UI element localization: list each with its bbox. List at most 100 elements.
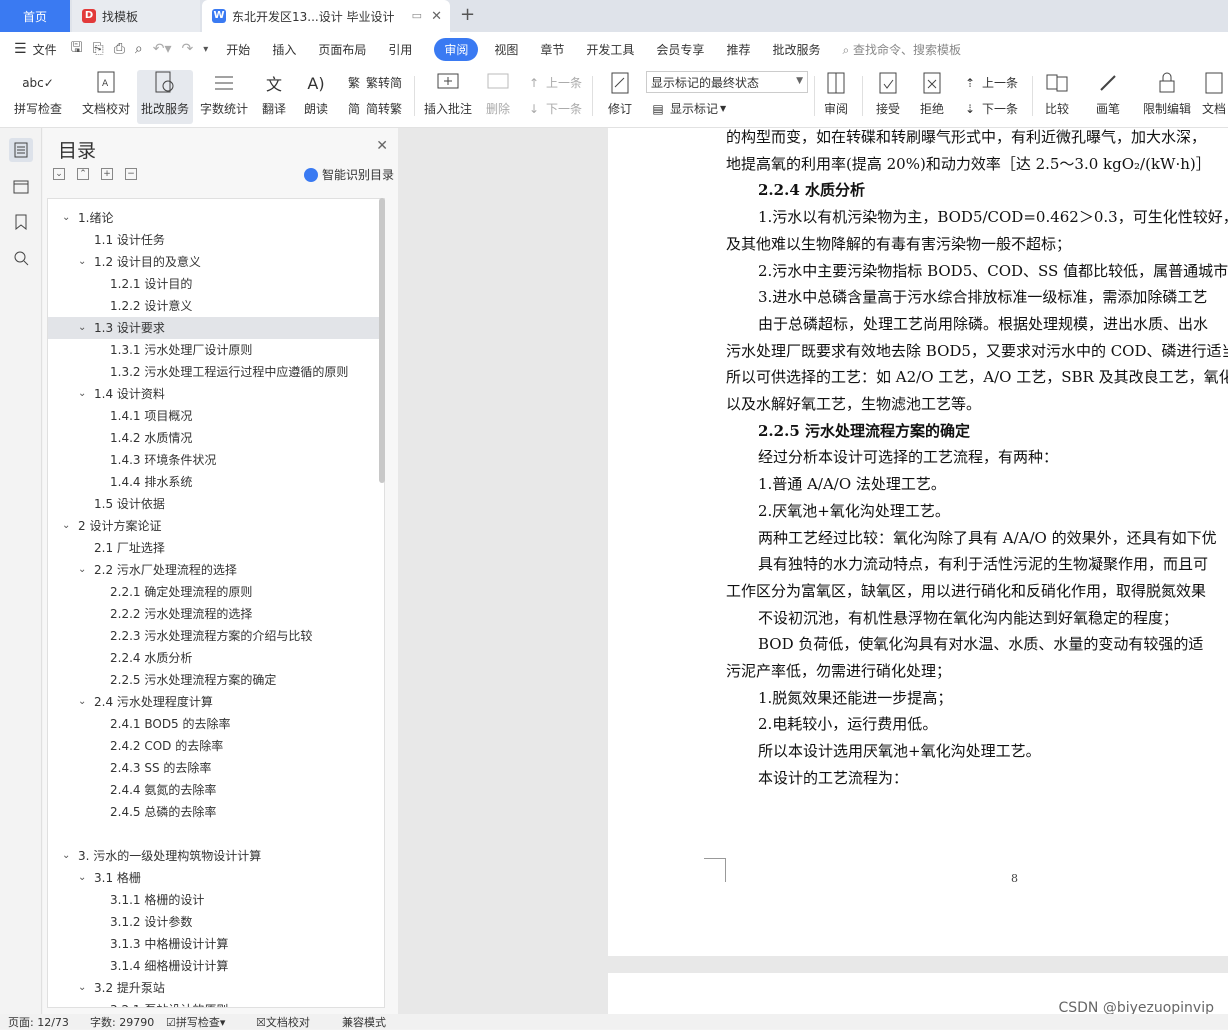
toc-item[interactable]: 3.1.1 格栅的设计: [48, 889, 384, 911]
toc-item[interactable]: 2.2.2 污水处理流程的选择: [48, 603, 384, 625]
menu-references[interactable]: 引用: [388, 41, 412, 58]
toc-item[interactable]: 1.4.4 排水系统: [48, 471, 384, 493]
redo-icon[interactable]: ↷: [182, 41, 194, 57]
markup-state-select[interactable]: 显示标记的最终状态 ▼: [646, 71, 808, 93]
toc-item[interactable]: 1.3.1 污水处理厂设计原则: [48, 339, 384, 361]
more-icon[interactable]: ▾: [203, 44, 208, 55]
toc-item[interactable]: 2.1 厂址选择: [48, 537, 384, 559]
trad-to-simp-button[interactable]: 繁繁转简: [346, 74, 402, 91]
close-icon[interactable]: ✕: [431, 9, 442, 24]
toc-item[interactable]: 2.4.3 SS 的去除率: [48, 757, 384, 779]
toc-item[interactable]: 1.1 设计任务: [48, 229, 384, 251]
add-heading-icon[interactable]: +: [101, 168, 113, 180]
toc-item[interactable]: ⌄ 1.3 设计要求: [48, 317, 384, 339]
doc-check-button[interactable]: A 文档校对: [78, 70, 134, 124]
prev-comment-button[interactable]: ↑ 上一条: [526, 74, 582, 91]
toc-item[interactable]: 2.2.4 水质分析: [48, 647, 384, 669]
spell-check-button[interactable]: abc✓ 拼写检查: [8, 70, 68, 124]
toc-item[interactable]: 1.5 设计依据: [48, 493, 384, 515]
toc-item[interactable]: 1.2.2 设计意义: [48, 295, 384, 317]
menu-review-service[interactable]: 批改服务: [772, 41, 820, 58]
command-search[interactable]: ⌕ 查找命令、搜索模板: [842, 41, 961, 58]
tab-home[interactable]: 首页: [0, 0, 70, 32]
toc-scrollbar[interactable]: [379, 198, 385, 483]
toc-item[interactable]: ⌄ 3.1 格栅: [48, 867, 384, 889]
menu-developer[interactable]: 开发工具: [586, 41, 634, 58]
menu-file[interactable]: 文件: [33, 41, 57, 58]
toc-item[interactable]: ⌄ 1.绪论: [48, 207, 384, 229]
chevron-down-icon[interactable]: ⌄: [78, 867, 86, 889]
screen-icon[interactable]: ▭: [412, 9, 422, 22]
show-markup-button[interactable]: ▤ 显示标记 ▼: [650, 100, 726, 117]
print-icon[interactable]: ⎙: [114, 41, 125, 57]
pen-button[interactable]: 画笔: [1090, 70, 1126, 124]
chevron-down-icon[interactable]: ⌄: [78, 251, 86, 273]
save-icon[interactable]: 🖫: [71, 37, 83, 61]
toc-item[interactable]: 2.4.4 氨氮的去除率: [48, 779, 384, 801]
toc-item[interactable]: ⌄ 3. 污水的一级处理构筑物设计计算: [48, 845, 384, 867]
chevron-down-icon[interactable]: ⌄: [78, 977, 86, 999]
toc-item[interactable]: 1.4.3 环境条件状况: [48, 449, 384, 471]
review-service-button[interactable]: 批改服务: [137, 70, 193, 124]
toc-item[interactable]: 2.4.5 总磷的去除率: [48, 801, 384, 823]
word-count-button[interactable]: 字数统计: [198, 70, 250, 124]
chevron-down-icon[interactable]: ⌄: [62, 515, 70, 537]
toc-item[interactable]: ⌄ 2 设计方案论证: [48, 515, 384, 537]
next-change-button[interactable]: ⇣ 下一条: [962, 100, 1018, 117]
toc-item[interactable]: 2.2.5 污水处理流程方案的确定: [48, 669, 384, 691]
chevron-down-icon[interactable]: ⌄: [78, 691, 86, 713]
toc-item[interactable]: 3.1.2 设计参数: [48, 911, 384, 933]
export-pdf-icon[interactable]: ⎘: [93, 41, 104, 57]
undo-icon[interactable]: ↶▾: [153, 41, 172, 57]
prev-change-button[interactable]: ⇡ 上一条: [962, 74, 1018, 91]
word-count-indicator[interactable]: 字数: 29790: [90, 1014, 154, 1030]
toc-item[interactable]: 2.4.2 COD 的去除率: [48, 735, 384, 757]
toc-item[interactable]: 1.2.1 设计目的: [48, 273, 384, 295]
chevron-down-icon[interactable]: ⌄: [78, 559, 86, 581]
restrict-edit-button[interactable]: 限制编辑: [1140, 70, 1194, 124]
toc-item[interactable]: 2.2.3 污水处理流程方案的介绍与比较: [48, 625, 384, 647]
spell-check-toggle[interactable]: ☑拼写检查▾: [166, 1014, 225, 1030]
toc-item[interactable]: 3.1.4 细格栅设计计算: [48, 955, 384, 977]
hamburger-icon[interactable]: ☰: [14, 41, 27, 57]
read-aloud-button[interactable]: A) 朗读: [298, 70, 334, 124]
smart-toc-button[interactable]: 智能识别目录: [303, 166, 394, 183]
tab-templates[interactable]: D 找模板: [72, 0, 200, 32]
toc-item[interactable]: 2.4.1 BOD5 的去除率: [48, 713, 384, 735]
menu-insert[interactable]: 插入: [272, 41, 296, 58]
search-icon[interactable]: [9, 246, 33, 270]
collapse-all-icon[interactable]: ⌃: [77, 168, 89, 180]
simp-to-trad-button[interactable]: 简简转繁: [346, 100, 402, 117]
toc-item[interactable]: 3.2.1 泵站设计的原则: [48, 999, 384, 1007]
menu-layout[interactable]: 页面布局: [318, 41, 366, 58]
preview-icon[interactable]: ⌕: [135, 41, 143, 57]
chevron-down-icon[interactable]: ⌄: [78, 317, 86, 339]
track-changes-button[interactable]: 修订: [600, 70, 640, 124]
accept-button[interactable]: 接受: [870, 70, 906, 124]
toc-item[interactable]: ⌄ 3.2 提升泵站: [48, 977, 384, 999]
toc-item[interactable]: ⌄ 2.2 污水厂处理流程的选择: [48, 559, 384, 581]
document-button[interactable]: 文档: [1200, 70, 1228, 124]
chevron-down-icon[interactable]: ⌄: [62, 845, 70, 867]
toc-pane-icon[interactable]: [9, 138, 33, 162]
chevron-down-icon[interactable]: ⌄: [78, 383, 86, 405]
chapter-pane-icon[interactable]: [9, 174, 33, 198]
toc-item[interactable]: 1.3.2 污水处理工程运行过程中应遵循的原则: [48, 361, 384, 383]
next-comment-button[interactable]: ↓ 下一条: [526, 100, 582, 117]
document-page[interactable]: 8 的构型而变，如在转碟和转刷曝气形式中，有利近微孔曝气，加大水深， 地提高氧的利…: [608, 128, 1228, 956]
toc-item[interactable]: 1.4.1 项目概况: [48, 405, 384, 427]
menu-chapter[interactable]: 章节: [540, 41, 564, 58]
close-icon[interactable]: ✕: [376, 138, 388, 154]
chevron-down-icon[interactable]: ⌄: [62, 207, 70, 229]
expand-all-icon[interactable]: ⌄: [53, 168, 65, 180]
new-tab-icon[interactable]: +: [460, 4, 475, 25]
toc-item[interactable]: 1.4.2 水质情况: [48, 427, 384, 449]
toc-item[interactable]: 2.2.1 确定处理流程的原则: [48, 581, 384, 603]
compare-button[interactable]: 比较: [1038, 70, 1076, 124]
tab-document[interactable]: W 东北开发区13...设计 毕业设计 ▭ ✕: [202, 0, 450, 32]
menu-view[interactable]: 视图: [494, 41, 518, 58]
toc-item[interactable]: ⌄ 2.4 污水处理程度计算: [48, 691, 384, 713]
toc-item[interactable]: 3.1.3 中格栅设计计算: [48, 933, 384, 955]
reject-button[interactable]: 拒绝: [914, 70, 950, 124]
menu-recommend[interactable]: 推荐: [726, 41, 750, 58]
